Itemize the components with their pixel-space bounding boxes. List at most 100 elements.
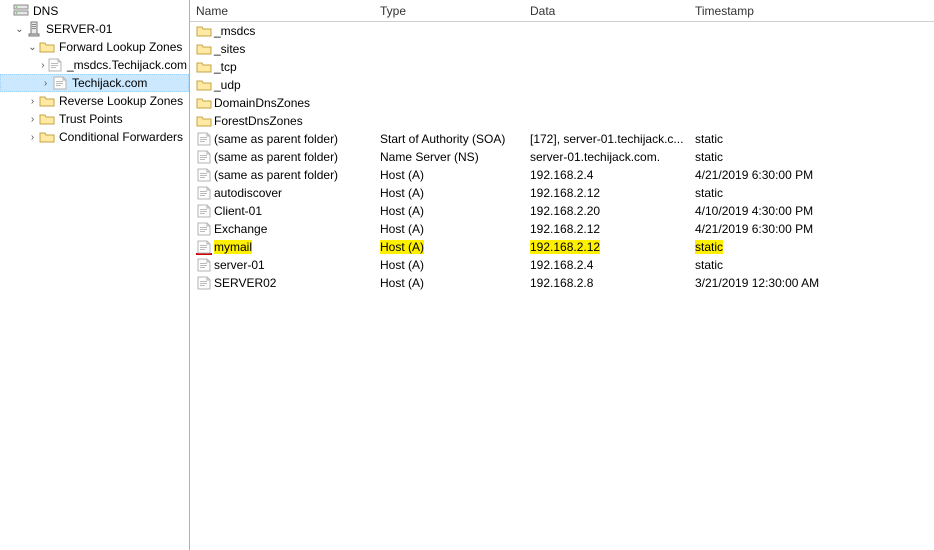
record-row[interactable]: autodiscover Host (A) 192.168.2.12 static xyxy=(190,184,934,202)
server-icon xyxy=(26,21,42,37)
tree-trust[interactable]: › Trust Points xyxy=(0,110,189,128)
record-row[interactable]: _tcp xyxy=(190,58,934,76)
tree-rlz[interactable]: › Reverse Lookup Zones xyxy=(0,92,189,110)
record-row[interactable]: server-01Host (A) 192.168.2.4 static xyxy=(190,256,934,274)
cell-name: SERVER02 xyxy=(190,275,374,291)
folder-icon xyxy=(196,77,212,93)
cell-name: Exchange xyxy=(190,221,374,237)
record-name: (same as parent folder) xyxy=(214,168,338,182)
record-data: 192.168.2.12 xyxy=(530,222,600,236)
record-timestamp: 4/10/2019 4:30:00 PM xyxy=(695,204,813,218)
tree-server[interactable]: ⌄ SERVER-01 xyxy=(0,20,189,38)
record-row[interactable]: SERVER02Host (A)192.168.2.83/21/2019 12:… xyxy=(190,274,934,292)
folder-icon xyxy=(39,93,55,109)
record-name: DomainDnsZones xyxy=(214,96,310,110)
cell-type: Host (A) xyxy=(374,240,524,254)
tree-root-dns[interactable]: ▾ DNS xyxy=(0,2,189,20)
cell-name: _msdcs xyxy=(190,23,374,39)
record-row[interactable]: (same as parent folder)Start of Authorit… xyxy=(190,130,934,148)
tree-twisty[interactable]: › xyxy=(39,78,52,89)
col-header-type[interactable]: Type xyxy=(374,0,524,21)
cell-timestamp: static xyxy=(689,186,934,200)
folder-icon xyxy=(39,39,55,55)
cell-name: autodiscover xyxy=(190,185,374,201)
record-type: Host (A) xyxy=(380,186,424,200)
col-header-name[interactable]: Name xyxy=(190,0,374,21)
record-row[interactable]: DomainDnsZones xyxy=(190,94,934,112)
tree-label: Forward Lookup Zones xyxy=(57,40,184,54)
cell-name: server-01 xyxy=(190,257,374,273)
cell-timestamp: 3/21/2019 12:30:00 AM xyxy=(689,276,934,290)
record-name: autodiscover xyxy=(214,186,282,200)
col-header-timestamp[interactable]: Timestamp xyxy=(689,0,934,21)
record-type: Host (A) xyxy=(380,168,424,182)
record-row[interactable]: _udp xyxy=(190,76,934,94)
cell-type: Host (A) xyxy=(374,258,524,272)
record-row[interactable]: ExchangeHost (A) 192.168.2.12 4/21/2019 6:… xyxy=(190,220,934,238)
folder-icon xyxy=(196,113,212,129)
cell-data: 192.168.2.12 xyxy=(524,222,689,236)
cell-name: mymail xyxy=(190,239,374,255)
cell-data: 192.168.2.20 xyxy=(524,204,689,218)
record-timestamp: static xyxy=(695,258,723,272)
tree-cond-fwd[interactable]: › Conditional Forwarders xyxy=(0,128,189,146)
record-row[interactable]: mymailHost (A)192.168.2.12static xyxy=(190,238,934,256)
cell-timestamp: 4/21/2019 6:30:00 PM xyxy=(689,168,934,182)
cell-data: 192.168.2.4 xyxy=(524,258,689,272)
cell-type: Host (A) xyxy=(374,222,524,236)
cell-data: 192.168.2.8 xyxy=(524,276,689,290)
records-panel: Name Type Data Timestamp _msdcs _sites _tc… xyxy=(190,0,934,550)
record-data: 192.168.2.12 xyxy=(530,240,600,254)
record-timestamp: static xyxy=(695,150,723,164)
record-row[interactable]: (same as parent folder)Name Server (NS)s… xyxy=(190,148,934,166)
record-timestamp: 3/21/2019 12:30:00 AM xyxy=(695,276,819,290)
record-type: Host (A) xyxy=(380,240,424,254)
tree-twisty[interactable]: ⌄ xyxy=(13,24,26,35)
cell-name: ForestDnsZones xyxy=(190,113,374,129)
cell-timestamp: 4/21/2019 6:30:00 PM xyxy=(689,222,934,236)
cell-data: 192.168.2.12 xyxy=(524,186,689,200)
record-data: 192.168.2.20 xyxy=(530,204,600,218)
record-data: 192.168.2.8 xyxy=(530,276,593,290)
record-name: _sites xyxy=(214,42,245,56)
record-row[interactable]: _sites xyxy=(190,40,934,58)
record-row[interactable]: Client-01Host (A)192.168.2.204/10/2019 4… xyxy=(190,202,934,220)
record-icon xyxy=(196,131,212,147)
zone-icon xyxy=(47,57,63,73)
record-timestamp: 4/21/2019 6:30:00 PM xyxy=(695,168,813,182)
col-header-data[interactable]: Data xyxy=(524,0,689,21)
record-data: 192.168.2.12 xyxy=(530,186,600,200)
record-icon xyxy=(196,221,212,237)
record-icon xyxy=(196,275,212,291)
record-icon xyxy=(196,239,212,255)
tree-twisty[interactable]: › xyxy=(26,132,39,143)
record-row[interactable]: _msdcs xyxy=(190,22,934,40)
tree-label: DNS xyxy=(31,4,60,18)
tree-twisty[interactable]: › xyxy=(26,114,39,125)
record-icon xyxy=(196,257,212,273)
tree-flz-child-1[interactable]: › Techijack.com xyxy=(0,74,189,92)
record-name: SERVER02 xyxy=(214,276,276,290)
record-name: mymail xyxy=(214,240,252,254)
cell-timestamp: static xyxy=(689,150,934,164)
tree-flz-child-0[interactable]: › _msdcs.Techijack.com xyxy=(0,56,189,74)
tree-panel[interactable]: ▾ DNS ⌄ SERVER-01 ⌄ Forward Lookup Zones… xyxy=(0,0,190,550)
tree-label: Techijack.com xyxy=(70,76,149,90)
tree-label: Trust Points xyxy=(57,112,125,126)
record-row[interactable]: (same as parent folder)Host (A)192.168.2… xyxy=(190,166,934,184)
tree-flz[interactable]: ⌄ Forward Lookup Zones xyxy=(0,38,189,56)
records-header: Name Type Data Timestamp xyxy=(190,0,934,22)
zone-icon xyxy=(52,75,68,91)
tree-twisty[interactable]: › xyxy=(39,60,47,71)
record-row[interactable]: ForestDnsZones xyxy=(190,112,934,130)
record-name: Client-01 xyxy=(214,204,262,218)
record-name: (same as parent folder) xyxy=(214,132,338,146)
tree-label: Conditional Forwarders xyxy=(57,130,185,144)
tree-twisty[interactable]: ⌄ xyxy=(26,42,39,53)
records-body[interactable]: _msdcs _sites _tcp_udp DomainDnsZones Forest… xyxy=(190,22,934,550)
folder-icon xyxy=(39,111,55,127)
cell-timestamp: static xyxy=(689,258,934,272)
record-data: 192.168.2.4 xyxy=(530,258,593,272)
record-icon xyxy=(196,203,212,219)
tree-twisty[interactable]: › xyxy=(26,96,39,107)
